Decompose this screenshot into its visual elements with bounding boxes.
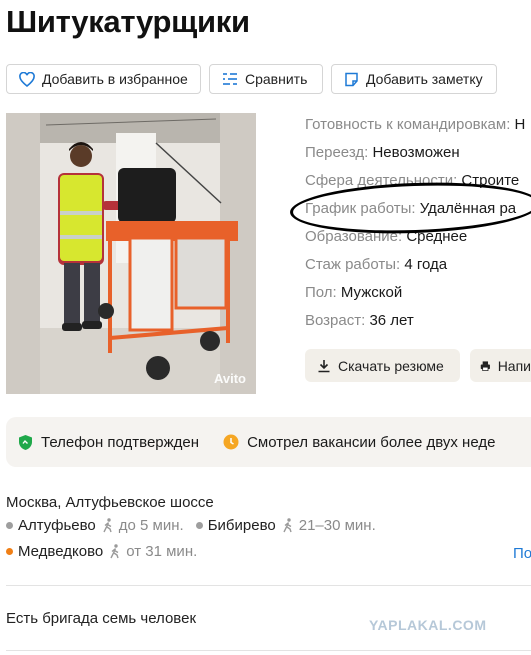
metro-line-dot — [6, 548, 13, 555]
detail-label: График работы: — [305, 200, 416, 217]
detail-label: Возраст: — [305, 312, 366, 329]
detail-label: Стаж работы: — [305, 256, 401, 273]
metro-time: до 5 мин. — [118, 517, 184, 534]
metro-station: Алтуфьево до 5 мин. Бибирево 21–30 мин. — [6, 517, 376, 534]
metro-name: Бибирево — [207, 517, 276, 534]
detail-label: Пол: — [305, 284, 337, 301]
detail-value: Мужской — [340, 284, 403, 301]
add-note-label: Добавить заметку — [366, 71, 483, 87]
download-resume-button[interactable]: Скачать резюме — [305, 349, 460, 382]
shield-check-icon — [19, 434, 32, 450]
detail-value: Среднее — [406, 228, 468, 245]
detail-business-trips: Готовность к командировкам: Н — [305, 115, 531, 143]
phone-verified-badge: Телефон подтвержден — [18, 434, 199, 451]
detail-label: Готовность к командировкам: — [305, 116, 511, 133]
detail-label: Переезд: — [305, 144, 369, 161]
detail-gender: Пол: Мужской — [305, 283, 531, 311]
add-favorite-button[interactable]: Добавить в избранное — [6, 64, 201, 94]
status-badges: Телефон подтвержден Смотрел вакансии бол… — [6, 417, 531, 467]
worker-photo-illustration — [6, 113, 256, 394]
metro-time: 21–30 мин. — [298, 517, 376, 534]
detail-label: Сфера деятельности: — [305, 172, 458, 189]
add-favorite-label: Добавить в избранное — [42, 71, 188, 87]
vacancies-viewed-text: Смотрел вакансии более двух неде — [247, 433, 496, 451]
walking-icon — [283, 518, 292, 533]
detail-value: 4 года — [404, 256, 448, 273]
write-button[interactable]: Напи — [470, 349, 531, 382]
note-icon — [345, 72, 358, 86]
action-bar: Добавить в избранное Сравнить Добавить з… — [6, 64, 497, 94]
metro-line-dot — [6, 522, 13, 529]
metro-time: от 31 мин. — [126, 543, 198, 560]
detail-schedule: График работы: Удалённая ра — [305, 199, 531, 227]
metro-name: Алтуфьево — [18, 517, 96, 534]
resume-photo[interactable]: Avito — [6, 113, 256, 394]
detail-education: Образование: Среднее — [305, 227, 531, 255]
show-on-map-link[interactable]: По — [513, 545, 531, 562]
detail-label: Образование: — [305, 228, 403, 245]
detail-value: Строите — [461, 172, 520, 189]
metro-station: Медведково от 31 мин. — [6, 543, 197, 560]
write-label: Напи — [497, 357, 531, 374]
resume-details: Готовность к командировкам: Н Переезд: Н… — [305, 115, 531, 339]
about-text: Есть бригада семь человек — [6, 610, 197, 627]
detail-age: Возраст: 36 лет — [305, 311, 531, 339]
compare-label: Сравнить — [245, 71, 308, 87]
heart-icon — [19, 71, 35, 87]
detail-value: Удалённая ра — [419, 200, 517, 217]
metro-line-dot — [195, 522, 203, 529]
phone-verified-text: Телефон подтвержден — [41, 433, 200, 451]
detail-field: Сфера деятельности: Строите — [305, 171, 531, 199]
download-resume-label: Скачать резюме — [338, 357, 444, 374]
download-icon — [318, 359, 330, 372]
detail-value: Н — [514, 116, 526, 133]
compare-button[interactable]: Сравнить — [209, 64, 323, 94]
address: Москва, Алтуфьевское шоссе — [6, 494, 214, 511]
detail-experience: Стаж работы: 4 года — [305, 255, 531, 283]
compare-icon — [223, 73, 237, 85]
vacancies-viewed-badge: Смотрел вакансии более двух неде — [223, 434, 495, 451]
site-watermark: YAPLAKAL.COM — [369, 617, 487, 633]
metro-name: Медведково — [18, 543, 104, 560]
avito-watermark: Avito — [213, 371, 246, 386]
detail-value: 36 лет — [369, 312, 414, 329]
walking-icon — [103, 518, 112, 533]
detail-value: Невозможен — [372, 144, 460, 161]
detail-relocation: Переезд: Невозможен — [305, 143, 531, 171]
divider — [6, 650, 531, 651]
walking-icon — [110, 544, 119, 559]
printer-icon — [480, 360, 490, 371]
divider — [6, 585, 531, 586]
page-title: Шитукатурщики — [6, 4, 250, 39]
add-note-button[interactable]: Добавить заметку — [331, 64, 497, 94]
clock-icon — [223, 434, 239, 450]
